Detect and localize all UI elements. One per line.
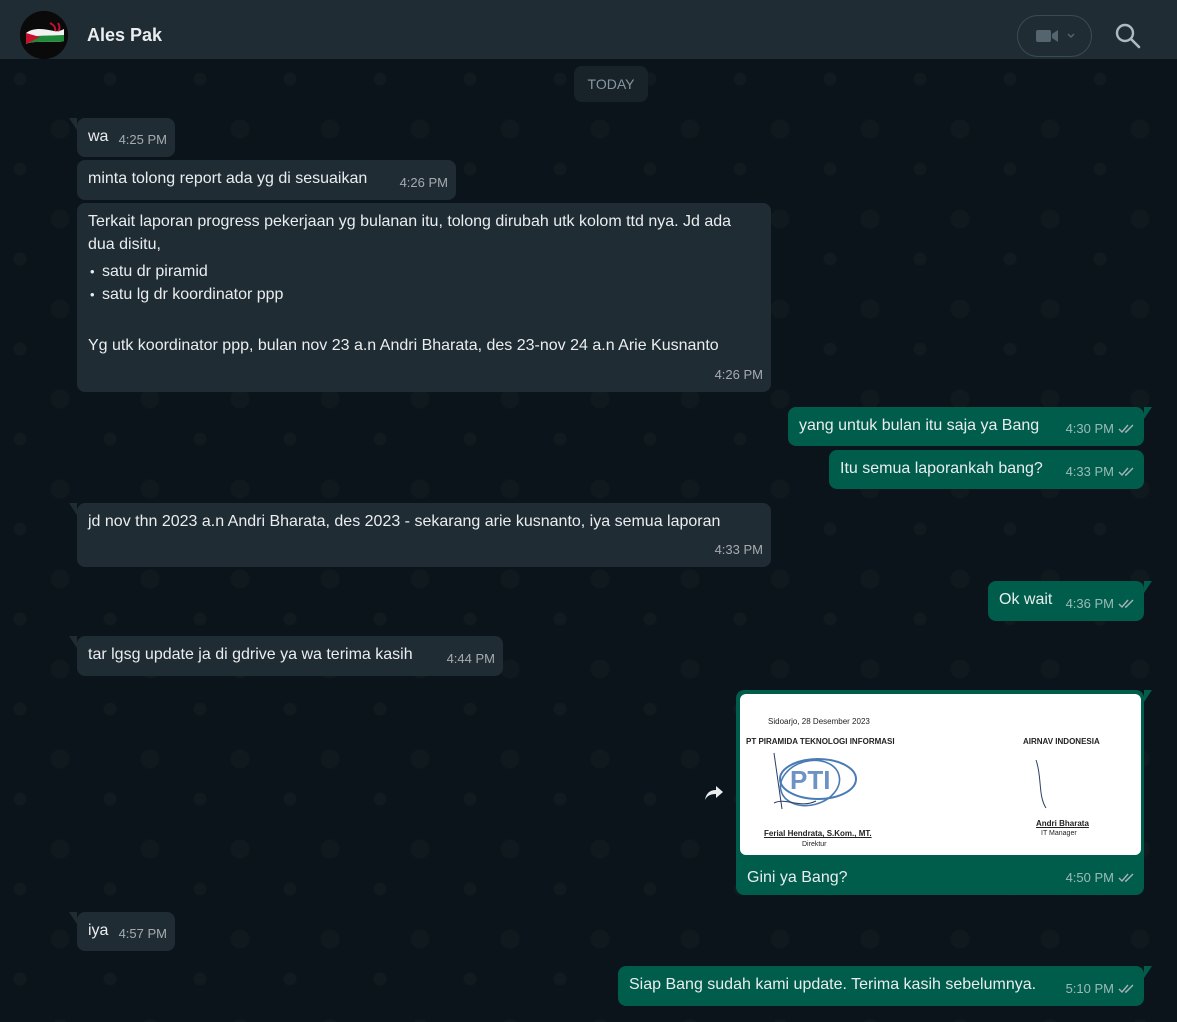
message-text: minta tolong report ada yg di sesuaikan [88, 170, 368, 187]
video-camera-icon [1035, 30, 1058, 42]
incoming-message[interactable]: minta tolong report ada yg di sesuaikan … [77, 160, 456, 200]
message-text: wa [88, 128, 109, 145]
message-time: 4:50 PM [1065, 870, 1114, 885]
incoming-message[interactable]: jd nov thn 2023 a.n Andri Bharata, des 2… [69, 503, 771, 567]
image-attachment[interactable]: Sidoarjo, 28 Desember 2023 PT PIRAMIDA T… [740, 694, 1141, 855]
double-check-icon [1118, 467, 1134, 477]
message-time: 4:30 PM [1065, 421, 1114, 436]
day-separator: TODAY [574, 66, 648, 102]
message-text: iya [88, 922, 109, 939]
message-time: 4:25 PM [118, 132, 167, 147]
chevron-down-icon [1067, 33, 1074, 38]
message-time: 4:36 PM [1065, 596, 1114, 611]
message-time: 4:26 PM [399, 175, 448, 190]
message-time: 4:57 PM [118, 926, 167, 941]
incoming-message[interactable]: Terkait laporan progress pekerjaan yg bu… [77, 203, 771, 392]
outgoing-image-message[interactable]: Sidoarjo, 28 Desember 2023 PT PIRAMIDA T… [736, 690, 1152, 895]
message-text: yang untuk bulan itu saja ya Bang [799, 417, 1040, 434]
doc-right-role: IT Manager [1041, 830, 1077, 837]
message-text: Siap Bang sudah kami update. Terima kasi… [629, 976, 1037, 993]
message-time: 4:33 PM [714, 542, 763, 557]
double-check-icon [1118, 984, 1134, 994]
outgoing-message[interactable]: Itu semua laporankah bang? 4:33 PM [829, 450, 1144, 489]
signature-mark [1035, 759, 1047, 809]
contact-avatar[interactable] [20, 11, 68, 59]
message-text: tar lgsg update ja di gdrive ya wa terim… [88, 646, 413, 663]
forward-button[interactable] [698, 777, 730, 809]
chat-header: Ales Pak [0, 0, 1177, 59]
outgoing-message[interactable]: yang untuk bulan itu saja ya Bang 4:30 P… [788, 407, 1152, 446]
pti-logo-stamp: PTI [773, 752, 857, 810]
incoming-message[interactable]: tar lgsg update ja di gdrive ya wa terim… [69, 636, 503, 676]
message-text: jd nov thn 2023 a.n Andri Bharata, des 2… [88, 513, 721, 530]
message-bullet-list: satu dr piramid satu lg dr koordinator p… [88, 260, 761, 306]
incoming-message[interactable]: iya 4:57 PM [69, 912, 175, 951]
doc-right-org: AIRNAV INDONESIA [1023, 737, 1100, 746]
doc-left-role: Direktur [802, 841, 827, 848]
message-list[interactable]: TODAY wa 4:25 PM minta tolong report ada… [0, 59, 1177, 1022]
outgoing-message[interactable]: Siap Bang sudah kami update. Terima kasi… [618, 966, 1152, 1006]
message-text: Yg utk koordinator ppp, bulan nov 23 a.n… [88, 337, 719, 354]
bullet-item: satu dr piramid [88, 260, 761, 283]
bullet-item: satu lg dr koordinator ppp [88, 283, 761, 306]
message-time: 4:44 PM [446, 651, 495, 666]
message-time: 4:33 PM [1065, 464, 1114, 479]
forward-icon [705, 786, 723, 800]
double-check-icon [1118, 599, 1134, 609]
message-text: Ok wait [999, 591, 1053, 608]
avatar-flag-image [20, 11, 68, 59]
message-text: Itu semua laporankah bang? [840, 460, 1043, 477]
contact-name[interactable]: Ales Pak [87, 25, 162, 46]
search-icon [1115, 23, 1141, 49]
message-time: 4:26 PM [714, 367, 763, 382]
outgoing-message[interactable]: Ok wait 4:36 PM [988, 581, 1152, 621]
message-caption: Gini ya Bang? [747, 869, 848, 886]
message-text: Terkait laporan progress pekerjaan yg bu… [88, 213, 732, 253]
double-check-icon [1118, 424, 1134, 434]
search-button[interactable] [1114, 22, 1142, 50]
incoming-message[interactable]: wa 4:25 PM [69, 118, 175, 157]
double-check-icon [1118, 873, 1134, 883]
message-time: 5:10 PM [1065, 981, 1114, 996]
logo-text: PTI [790, 765, 830, 795]
video-call-button[interactable] [1017, 15, 1092, 57]
